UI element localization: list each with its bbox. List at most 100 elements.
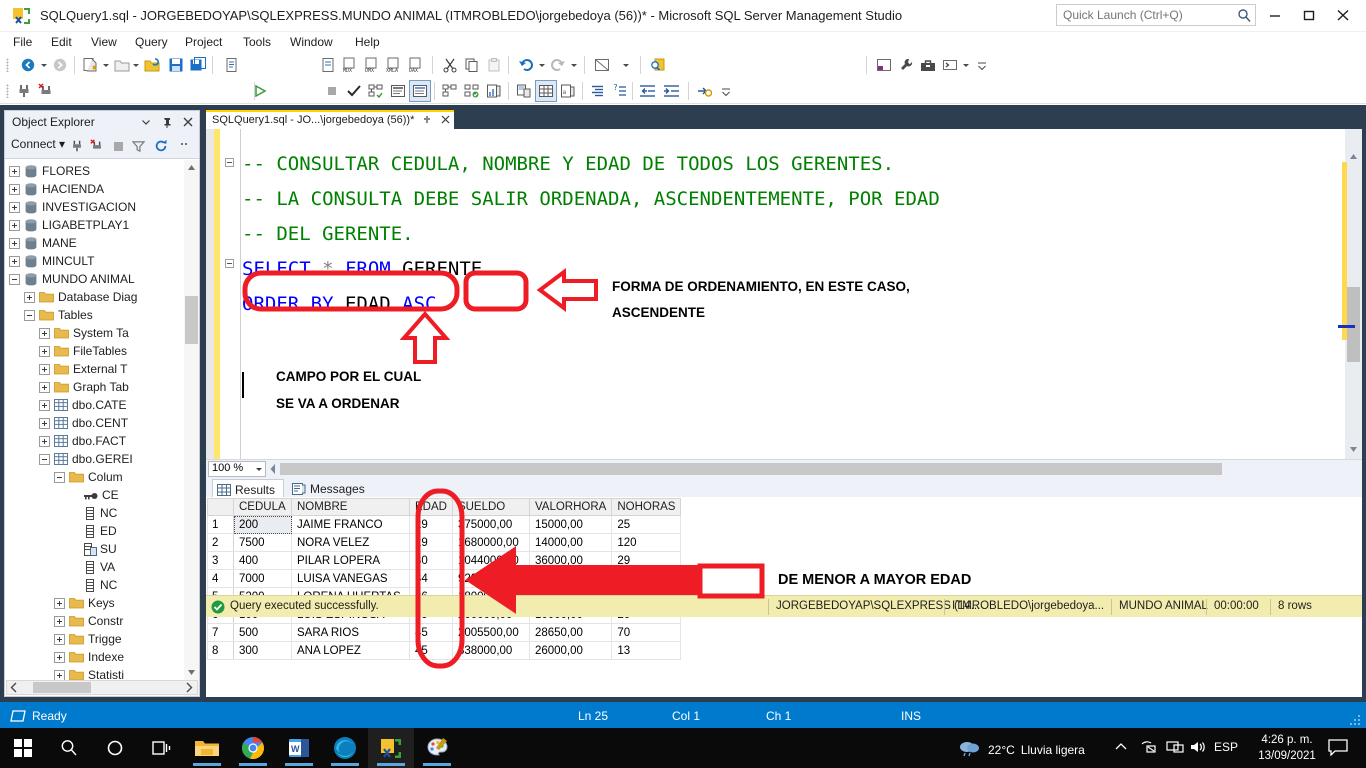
grid-cell[interactable]: 16900,00 xyxy=(528,569,613,588)
menu-file[interactable]: File xyxy=(6,34,39,51)
editor-scroll-down-icon[interactable] xyxy=(1345,442,1362,457)
tree-node[interactable]: HACIENDA xyxy=(9,180,104,198)
specify-values-icon[interactable] xyxy=(535,80,557,102)
disconnect-object-explorer-icon[interactable] xyxy=(87,137,106,155)
expand-icon[interactable] xyxy=(9,237,20,249)
connect-icon[interactable] xyxy=(14,81,34,101)
column-header-nohoras[interactable]: NOHORAS xyxy=(611,498,682,516)
grid-corner-cell[interactable] xyxy=(207,498,234,516)
chevron-down-icon[interactable] xyxy=(256,468,262,471)
grid-cell[interactable]: NORA VELEZ xyxy=(291,533,410,552)
collapse-icon[interactable] xyxy=(54,471,65,483)
results-grid[interactable]: CEDULA NOMBRE EDAD SUELDO VALORHORA NOHORAS 1… xyxy=(207,498,682,660)
design-query-icon[interactable] xyxy=(514,81,534,101)
expand-icon[interactable] xyxy=(9,165,20,177)
grid-cell[interactable]: PILAR LOPERA xyxy=(291,551,410,570)
grid-cell[interactable]: 200 xyxy=(233,515,292,534)
language-indicator[interactable]: ESP xyxy=(1214,740,1238,754)
grid-cell[interactable]: 25 xyxy=(611,515,682,534)
expand-icon[interactable] xyxy=(54,597,65,609)
tree-node[interactable]: Keys xyxy=(54,594,115,612)
row-number[interactable]: 1 xyxy=(207,515,234,534)
editor-scroll-up-icon[interactable] xyxy=(1345,149,1362,164)
expand-icon[interactable] xyxy=(9,201,20,213)
find-in-files-icon[interactable] xyxy=(648,55,668,75)
tree-node[interactable]: Database Diag xyxy=(24,288,137,306)
new-dax-query-icon[interactable]: DAX xyxy=(406,55,426,75)
new-query-window-icon[interactable] xyxy=(80,55,100,75)
grid-cell[interactable]: LUISA VANEGAS xyxy=(291,569,410,588)
search-icon[interactable] xyxy=(46,728,92,768)
refresh-icon[interactable] xyxy=(151,137,170,155)
tree-node[interactable]: NC xyxy=(69,576,117,594)
auto-hide-pin-icon[interactable] xyxy=(160,115,174,129)
include-live-stats-icon[interactable] xyxy=(462,81,482,101)
save-all-icon[interactable] xyxy=(188,55,208,75)
toolbar-grip[interactable] xyxy=(6,58,9,72)
grid-cell[interactable]: 29 xyxy=(409,515,453,534)
tab-sqlquery1[interactable]: SQLQuery1.sql - JO...\jorgebedoya (56))* xyxy=(206,110,454,129)
decrease-indent-icon[interactable] xyxy=(638,81,658,101)
grid-cell[interactable]: 34 xyxy=(409,569,453,588)
tree-node[interactable]: dbo.GEREI xyxy=(39,450,133,468)
new-database-engine-query-icon[interactable] xyxy=(318,55,338,75)
grid-cell[interactable]: 45 xyxy=(409,623,453,642)
expand-icon[interactable] xyxy=(54,669,65,681)
new-xmla-query-icon[interactable]: XMLA xyxy=(384,55,404,75)
tree-node[interactable]: System Ta xyxy=(39,324,129,342)
grid-cell[interactable]: 45 xyxy=(409,641,453,660)
results-to-grid-icon[interactable] xyxy=(409,80,431,102)
oe-vertical-scrollbar[interactable] xyxy=(184,160,199,696)
table-row[interactable]: 3 400 PILAR LOPERA 30 1044000,00 36000,00 29 xyxy=(207,551,682,570)
grid-cell[interactable]: 28650,00 xyxy=(528,623,613,642)
menu-query[interactable]: Query xyxy=(128,34,175,51)
column-header-sueldo[interactable]: SUELDO xyxy=(451,498,530,516)
tree-node[interactable]: dbo.FACT xyxy=(39,432,126,450)
expand-icon[interactable] xyxy=(9,219,20,231)
include-client-stats-icon[interactable] xyxy=(484,81,504,101)
tree-node[interactable]: MINCULT xyxy=(9,252,94,270)
column-header-valorhora[interactable]: VALORHORA xyxy=(528,498,613,516)
navigate-backward-icon[interactable] xyxy=(18,55,38,75)
expand-icon[interactable] xyxy=(39,399,50,411)
filter-icon[interactable] xyxy=(129,137,148,155)
column-header-edad[interactable]: EDAD xyxy=(409,498,453,516)
collapse-icon[interactable] xyxy=(9,273,20,285)
expand-icon[interactable] xyxy=(39,363,50,375)
grid-cell[interactable]: 500 xyxy=(233,623,292,642)
toolbar2-overflow-icon[interactable] xyxy=(716,81,736,101)
table-row[interactable]: 2 7500 NORA VELEZ 29 1680000,00 14000,00 120 xyxy=(207,533,682,552)
show-hidden-icons-icon[interactable] xyxy=(1114,740,1128,757)
quick-launch-input[interactable] xyxy=(1057,5,1229,25)
cortana-icon[interactable] xyxy=(92,728,138,768)
outline-collapse-box[interactable] xyxy=(225,259,234,268)
tree-node[interactable]: dbo.CATE xyxy=(39,396,126,414)
tree-node[interactable]: LIGABETPLAY1 xyxy=(9,216,129,234)
grid-cell[interactable]: 26000,00 xyxy=(528,641,613,660)
toolbar-overflow-icon[interactable] xyxy=(972,55,992,75)
collapse-icon[interactable] xyxy=(24,309,35,321)
navigate-backward-dropdown-icon[interactable] xyxy=(38,55,49,75)
show-diagram-pane-icon[interactable] xyxy=(592,55,612,75)
grid-cell[interactable]: 15000,00 xyxy=(528,515,613,534)
grid-cell[interactable]: 29 xyxy=(611,551,682,570)
grid-cell[interactable]: 7500 xyxy=(233,533,292,552)
collapse-icon[interactable] xyxy=(39,453,50,465)
row-number[interactable]: 7 xyxy=(207,623,234,642)
grid-cell[interactable]: 30 xyxy=(409,551,453,570)
grid-cell[interactable]: 300 xyxy=(233,641,292,660)
tree-node[interactable]: MUNDO ANIMAL xyxy=(9,270,135,288)
comment-lines-icon[interactable] xyxy=(588,81,608,101)
grid-cell[interactable]: 1680000,00 xyxy=(451,533,530,552)
tree-node[interactable]: ED xyxy=(69,522,117,540)
menu-project[interactable]: Project xyxy=(178,34,229,51)
chrome-icon[interactable] xyxy=(230,728,276,768)
ssms-icon[interactable] xyxy=(368,728,414,768)
grid-cell[interactable]: 120 xyxy=(611,533,682,552)
tree-node[interactable]: Colum xyxy=(54,468,123,486)
clock-widget[interactable]: 4:26 p. m. 13/09/2021 xyxy=(1252,732,1322,764)
row-number[interactable]: 4 xyxy=(207,569,234,588)
expand-icon[interactable] xyxy=(39,345,50,357)
file-explorer-icon[interactable] xyxy=(184,728,230,768)
grid-cell[interactable]: 70 xyxy=(611,623,682,642)
